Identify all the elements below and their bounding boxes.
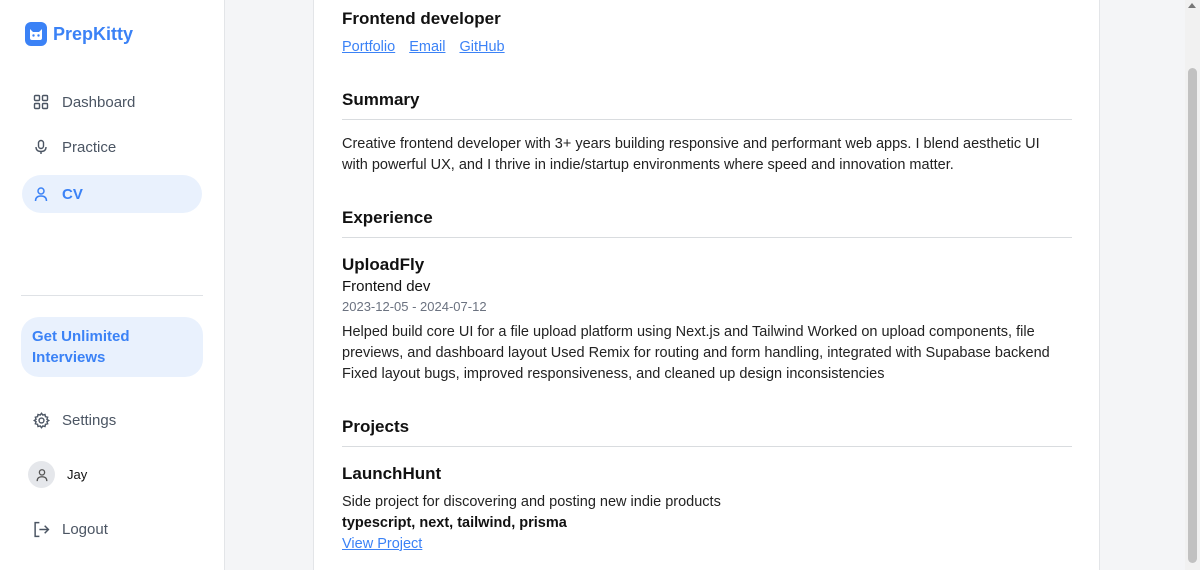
email-link[interactable]: Email <box>409 39 445 55</box>
user-name: Jay <box>67 467 88 482</box>
sidebar-item-label: CV <box>62 185 83 203</box>
avatar <box>28 461 55 488</box>
upgrade-label: Get Unlimited Interviews <box>32 328 130 366</box>
sidebar-divider <box>21 295 203 296</box>
project-description: Side project for discovering and posting… <box>342 494 721 510</box>
experience-heading: Experience <box>342 208 433 227</box>
experience-role: Frontend dev <box>342 278 431 295</box>
user-profile[interactable]: Jay <box>28 461 87 488</box>
portfolio-link[interactable]: Portfolio <box>342 39 395 55</box>
sidebar-item-settings[interactable]: Settings <box>22 401 202 439</box>
summary-heading: Summary <box>342 90 420 109</box>
sidebar-item-label: Dashboard <box>62 93 136 111</box>
sidebar-item-label: Settings <box>62 411 117 429</box>
cat-logo-icon <box>25 22 47 46</box>
cv-role-title: Frontend developer <box>342 9 501 28</box>
sidebar-item-label: Practice <box>62 138 117 156</box>
project-name: LaunchHunt <box>342 464 442 483</box>
sidebar: PrepKitty Dashboard Practice CV Get Unli… <box>0 0 225 570</box>
cv-document: Frontend developer Portfolio Email GitHu… <box>313 0 1100 570</box>
brand-logo[interactable]: PrepKitty <box>25 22 133 46</box>
projects-divider <box>342 446 1072 447</box>
experience-description: Helped build core UI for a file upload p… <box>342 324 1050 382</box>
sidebar-item-label: Logout <box>62 520 108 538</box>
scroll-up-arrow-icon[interactable] <box>1188 3 1196 8</box>
summary-divider <box>342 119 1072 120</box>
view-project-link[interactable]: View Project <box>342 536 422 552</box>
experience-divider <box>342 237 1072 238</box>
project-tech-stack: typescript, next, tailwind, prisma <box>342 515 567 531</box>
brand-name: PrepKitty <box>53 23 134 44</box>
sidebar-item-practice[interactable]: Practice <box>22 128 202 166</box>
user-icon <box>32 185 50 203</box>
microphone-icon <box>32 138 50 156</box>
experience-company: UploadFly <box>342 255 425 274</box>
summary-text: Creative frontend developer with 3+ year… <box>342 136 1040 173</box>
grid-icon <box>32 93 50 111</box>
scrollbar-thumb[interactable] <box>1188 68 1197 563</box>
sidebar-item-cv[interactable]: CV <box>22 175 202 213</box>
get-unlimited-interviews-button[interactable]: Get Unlimited Interviews <box>21 317 203 377</box>
projects-heading: Projects <box>342 417 410 436</box>
cv-links: Portfolio Email GitHub <box>342 39 505 55</box>
github-link[interactable]: GitHub <box>459 39 504 55</box>
experience-dates: 2023-12-05 - 2024-07-12 <box>342 299 487 314</box>
gear-icon <box>32 411 50 429</box>
logout-icon <box>32 520 50 538</box>
sidebar-item-dashboard[interactable]: Dashboard <box>22 83 202 121</box>
scrollbar[interactable] <box>1185 0 1200 570</box>
logout-button[interactable]: Logout <box>22 510 202 548</box>
